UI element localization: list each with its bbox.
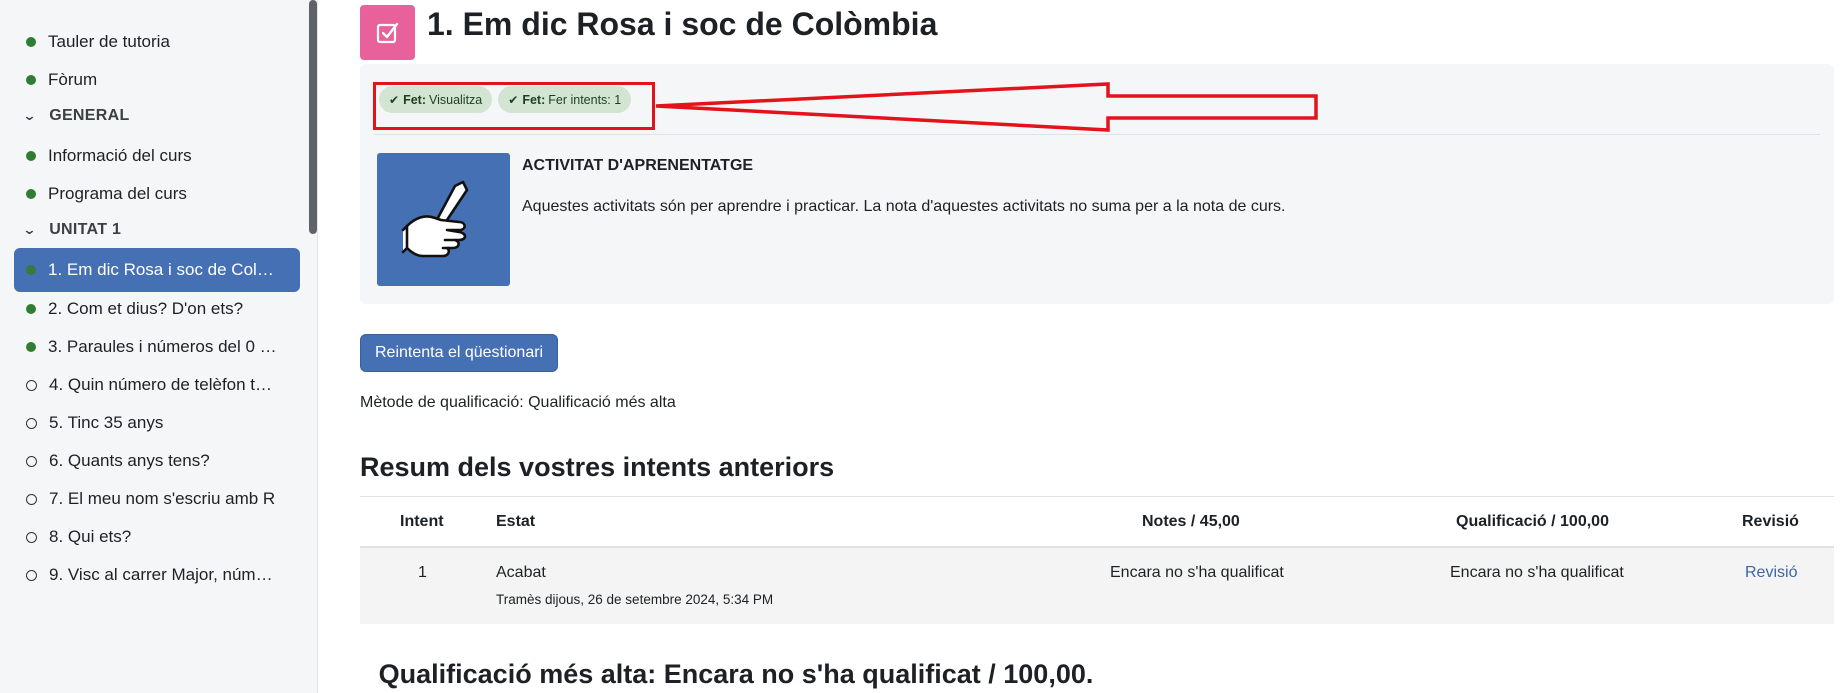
attempt-state: Acabat (496, 564, 546, 581)
attempt-submitted-date: Tramès dijous, 26 de setembre 2024, 5:34… (496, 592, 774, 607)
col-marks: Notes / 45,00 (1142, 513, 1240, 530)
retry-quiz-button[interactable]: Reintenta el qüestionari (360, 334, 559, 372)
completed-dot-icon (26, 151, 36, 161)
incomplete-circle-icon (26, 531, 37, 543)
sidebar-item-activity-9[interactable]: 9. Visc al carrer Major, núm… (14, 553, 300, 597)
activity-type-title: ACTIVITAT D'APRENENTATGE (522, 157, 754, 174)
sidebar-item-label: 6. Quants anys tens? (49, 451, 210, 470)
course-index-sidebar: Tauler de tutoria Fòrum ⌄ GENERAL Inform… (0, 0, 318, 693)
chevron-down-icon: ⌄ (22, 222, 37, 237)
attempts-summary-title: Resum dels vostres intents anteriors (360, 452, 835, 482)
quiz-checkbox-icon (360, 5, 415, 60)
divider (374, 134, 1820, 135)
completed-dot-icon (26, 37, 36, 47)
sidebar-item-label: Tauler de tutoria (48, 32, 170, 51)
incomplete-circle-icon (26, 417, 37, 429)
review-link[interactable]: Revisió (1745, 564, 1797, 582)
incomplete-circle-icon (26, 493, 37, 505)
sidebar-item-label: Fòrum (48, 70, 98, 89)
annotation-arrow-icon (655, 82, 1318, 132)
sidebar-item-label: 2. Com et dius? D'on ets? (48, 299, 244, 318)
attempt-marks: Encara no s'ha qualificat (1110, 564, 1284, 581)
activity-description: Aquestes activitats són per aprendre i p… (522, 198, 1286, 215)
attempt-grade: Encara no s'ha qualificat (1450, 564, 1624, 581)
section-unitat-1[interactable]: ⌄ UNITAT 1 (14, 210, 121, 250)
sidebar-item-label: 7. El meu nom s'escriu amb R (49, 489, 276, 508)
sidebar-item-label: 5. Tinc 35 anys (49, 413, 164, 432)
section-general[interactable]: ⌄ GENERAL (14, 96, 130, 136)
page-title: 1. Em dic Rosa i soc de Colòmbia (427, 6, 938, 42)
section-label: UNITAT 1 (49, 221, 122, 238)
sidebar-item-label: Programa del curs (48, 184, 187, 203)
section-label: GENERAL (49, 107, 130, 124)
attempts-table-header: Intent Estat Notes / 45,00 Qualificació … (360, 496, 1834, 548)
incomplete-circle-icon (26, 569, 37, 581)
attempt-number: 1 (418, 564, 427, 581)
sidebar-scrollbar[interactable] (309, 0, 317, 234)
highest-grade-text: Qualificació més alta: Encara no s'ha qu… (378, 659, 1094, 689)
col-attempt: Intent (400, 513, 444, 530)
sidebar-item-label: 4. Quin número de telèfon t… (49, 375, 273, 394)
completed-dot-icon (26, 189, 36, 199)
incomplete-circle-icon (26, 379, 37, 391)
col-grade: Qualificació / 100,00 (1456, 513, 1609, 530)
sidebar-item-label: 8. Qui ets? (49, 527, 132, 546)
completed-dot-icon (26, 75, 36, 85)
completed-dot-icon (26, 304, 36, 314)
sidebar-item-activity-1[interactable]: 1. Em dic Rosa i soc de Colò… (14, 248, 300, 292)
sidebar-item-label: 9. Visc al carrer Major, núm… (49, 565, 273, 584)
completed-dot-icon (26, 265, 36, 275)
chevron-down-icon: ⌄ (22, 108, 37, 123)
sidebar-item-label: 1. Em dic Rosa i soc de Colò… (48, 260, 278, 279)
annotation-highlight-box (373, 82, 655, 130)
table-row: 1 Acabat Tramès dijous, 26 de setembre 2… (360, 548, 1834, 624)
completed-dot-icon (26, 342, 36, 352)
incomplete-circle-icon (26, 455, 37, 467)
col-state: Estat (496, 513, 536, 530)
sidebar-item-label: 3. Paraules i números del 0 a… (48, 337, 278, 356)
sidebar-item-label: Informació del curs (48, 146, 192, 165)
hand-writing-pencil-icon (377, 153, 510, 286)
grading-method-text: Mètode de qualificació: Qualificació més… (360, 394, 676, 411)
col-review: Revisió (1742, 513, 1799, 530)
